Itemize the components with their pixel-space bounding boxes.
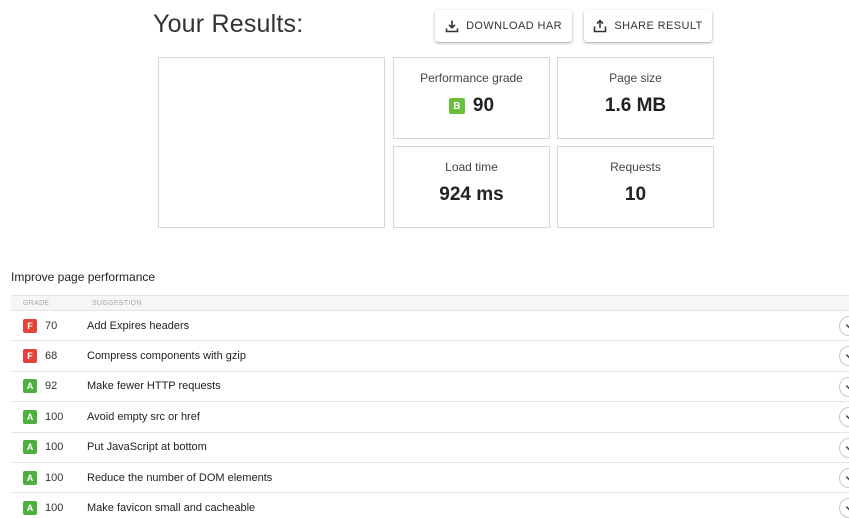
expand-row-button[interactable] — [839, 437, 849, 458]
page-screenshot-preview — [158, 57, 385, 228]
performance-grade-value: 90 — [472, 95, 495, 116]
grade-score: 100 — [45, 441, 64, 454]
download-icon — [445, 19, 459, 33]
page-size-card: Page size 1.6 MB — [557, 57, 714, 139]
suggestion-text: Compress components with gzip — [87, 350, 246, 363]
table-header: GRADE SUGGESTION — [11, 295, 849, 311]
expand-row-button[interactable] — [839, 376, 849, 397]
page-size-value: 1.6 MB — [604, 95, 667, 116]
performance-grade-label: Performance grade — [420, 71, 523, 85]
grade-badge: F — [23, 318, 37, 333]
suggestion-text: Make favicon small and cacheable — [87, 502, 256, 515]
expand-row-button[interactable] — [839, 498, 849, 518]
table-row[interactable]: F 68 Compress components with gzip — [11, 341, 849, 372]
grade-score: 100 — [45, 502, 64, 515]
table-row[interactable]: F 70 Add Expires headers — [11, 311, 849, 342]
table-row[interactable]: A 100 Avoid empty src or href — [11, 402, 849, 433]
suggestion-text: Make fewer HTTP requests — [87, 380, 221, 393]
chevron-down-icon — [845, 474, 849, 482]
table-row[interactable]: A 100 Put JavaScript at bottom — [11, 433, 849, 463]
share-result-button[interactable]: SHARE RESULT — [584, 10, 712, 42]
suggestion-text: Avoid empty src or href — [87, 410, 200, 423]
chevron-down-icon — [845, 504, 849, 512]
chevron-down-icon — [845, 352, 849, 360]
load-time-value: 924 ms — [439, 184, 504, 205]
chevron-down-icon — [845, 322, 849, 330]
share-icon — [593, 19, 607, 33]
requests-card: Requests 10 — [557, 146, 714, 228]
grade-badge: F — [23, 349, 37, 364]
chevron-down-icon — [845, 383, 849, 391]
chevron-down-icon — [845, 444, 849, 452]
page-title: Your Results: — [153, 10, 304, 38]
suggestions-table: GRADE SUGGESTION F 70 Add Expires headers F… — [11, 295, 849, 518]
grade-score: 92 — [45, 380, 58, 393]
expand-row-button[interactable] — [839, 407, 849, 428]
grade-score: 100 — [45, 410, 64, 423]
table-row[interactable]: A 100 Make favicon small and cacheable — [11, 493, 849, 518]
grade-badge: A — [23, 409, 37, 424]
chevron-down-icon — [845, 413, 849, 421]
suggestion-text: Reduce the number of DOM elements — [87, 471, 273, 484]
grade-badge: A — [23, 470, 37, 485]
suggestion-column-header: SUGGESTION — [92, 299, 142, 307]
share-result-label: SHARE RESULT — [614, 20, 703, 32]
load-time-card: Load time 924 ms — [393, 146, 550, 228]
requests-value: 10 — [624, 184, 647, 205]
grade-score: 100 — [45, 471, 64, 484]
download-har-button[interactable]: DOWNLOAD HAR — [435, 10, 572, 42]
expand-row-button[interactable] — [839, 346, 849, 367]
grade-badge: A — [23, 440, 37, 455]
load-time-label: Load time — [445, 160, 498, 174]
grade-score: 68 — [45, 350, 58, 363]
grade-badge: B — [448, 98, 465, 114]
download-har-label: DOWNLOAD HAR — [466, 20, 562, 32]
grade-badge: A — [23, 501, 37, 516]
grade-score: 70 — [45, 319, 58, 332]
grade-badge: A — [23, 379, 37, 394]
grade-column-header: GRADE — [23, 299, 50, 307]
expand-row-button[interactable] — [839, 467, 849, 488]
table-row[interactable]: A 100 Reduce the number of DOM elements — [11, 463, 849, 494]
expand-row-button[interactable] — [839, 316, 849, 336]
page-size-label: Page size — [609, 71, 662, 85]
requests-label: Requests — [610, 160, 661, 174]
improve-section-title: Improve page performance — [11, 270, 156, 284]
table-row[interactable]: A 92 Make fewer HTTP requests — [11, 372, 849, 403]
suggestion-text: Put JavaScript at bottom — [87, 441, 207, 454]
performance-grade-card: Performance grade B 90 — [393, 57, 550, 139]
suggestion-text: Add Expires headers — [87, 319, 190, 332]
